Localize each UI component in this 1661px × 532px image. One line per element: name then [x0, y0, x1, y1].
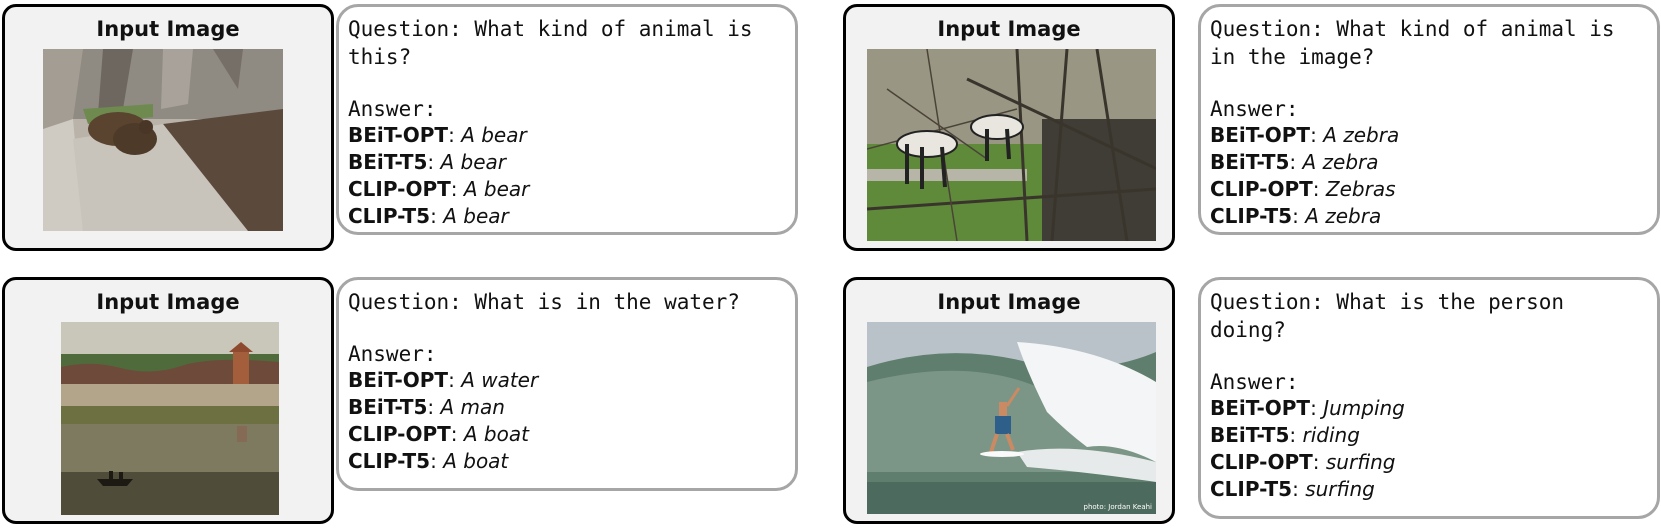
model-answer: A bear [443, 204, 509, 228]
photo-credit: photo: Jordan Keahi [1083, 503, 1153, 511]
answer-separator: : [1312, 177, 1320, 201]
answer-line: BEiT-OPT: A zebra [1210, 123, 1399, 147]
answer-separator: : [450, 422, 458, 446]
answer-line: BEiT-T5: A zebra [1210, 150, 1379, 174]
answer-separator: : [1289, 423, 1297, 447]
model-answer: surfing [1325, 450, 1396, 474]
river-photo [61, 322, 279, 515]
model-name: CLIP-T5 [348, 204, 431, 228]
answer-label: Answer: [1210, 97, 1299, 121]
model-name: BEiT-OPT [1210, 396, 1311, 420]
answer-separator: : [430, 204, 437, 228]
qa-panel-zebras: Question: What kind of animal is in the … [1198, 4, 1660, 235]
answer-separator: : [427, 150, 435, 174]
answer-line: CLIP-OPT: surfing [1210, 450, 1396, 474]
qa-panel-bears: Question: What kind of animal is this? A… [336, 4, 798, 235]
answer-line: CLIP-T5: surfing [1210, 477, 1375, 501]
model-answer: Zebras [1325, 177, 1396, 201]
answer-line: BEiT-T5: A man [348, 395, 505, 419]
model-name: BEiT-OPT [348, 123, 449, 147]
answer-separator: : [1310, 396, 1317, 420]
input-image-title: Input Image [937, 290, 1081, 314]
model-name: CLIP-T5 [1210, 204, 1293, 228]
question-text: Question: What kind of animal is in the … [1210, 17, 1615, 69]
answer-line: CLIP-OPT: A bear [348, 177, 529, 201]
answer-line: CLIP-OPT: A boat [348, 422, 529, 446]
answer-line: BEiT-OPT: A bear [348, 123, 527, 147]
answer-separator: : [1312, 450, 1320, 474]
answer-separator: : [430, 449, 437, 473]
model-answer: surfing [1305, 477, 1375, 501]
question-text: Question: What is the person doing? [1210, 290, 1565, 342]
input-image-panel-bears: Input Image [2, 4, 334, 251]
answer-separator: : [1310, 123, 1317, 147]
model-name: BEiT-T5 [1210, 423, 1290, 447]
qa-panel-surfer: Question: What is the person doing? Answ… [1198, 277, 1660, 519]
answer-separator: : [1292, 204, 1299, 228]
answer-separator: : [427, 395, 435, 419]
model-answer: A boat [443, 449, 509, 473]
question-text: Question: What is in the water? [348, 290, 740, 314]
model-name: CLIP-T5 [348, 449, 431, 473]
question-text: Question: What kind of animal is this? [348, 17, 753, 69]
bear-photo [43, 49, 283, 231]
model-answer: riding [1302, 423, 1360, 447]
answer-line: BEiT-T5: A bear [348, 150, 506, 174]
model-name: CLIP-OPT [1210, 177, 1313, 201]
model-answer: A bear [461, 123, 527, 147]
input-image-panel-river: Input Image [2, 277, 334, 524]
answer-line: BEiT-OPT: Jumping [1210, 396, 1405, 420]
answer-separator: : [448, 123, 455, 147]
answer-separator: : [1292, 477, 1299, 501]
answer-separator: : [448, 368, 455, 392]
input-image-panel-zebras: Input Image [843, 4, 1175, 251]
answer-label: Answer: [348, 342, 437, 366]
model-answer: Jumping [1323, 396, 1405, 420]
model-answer: A bear [463, 177, 530, 201]
model-name: BEiT-T5 [1210, 150, 1290, 174]
model-answer: A zebra [1302, 150, 1379, 174]
model-answer: A water [461, 368, 539, 392]
answer-line: CLIP-T5: A zebra [1210, 204, 1381, 228]
input-image-title: Input Image [96, 17, 240, 41]
answer-separator: : [450, 177, 458, 201]
surfer-photo: photo: Jordan Keahi [867, 322, 1156, 514]
model-answer: A zebra [1323, 123, 1400, 147]
answer-line: CLIP-T5: A bear [348, 204, 509, 228]
answer-label: Answer: [348, 97, 437, 121]
input-image-title: Input Image [96, 290, 240, 314]
answer-line: CLIP-T5: A boat [348, 449, 508, 473]
model-answer: A bear [440, 150, 507, 174]
model-name: CLIP-T5 [1210, 477, 1293, 501]
model-answer: A man [440, 395, 505, 419]
model-answer: A boat [463, 422, 529, 446]
qa-panel-river: Question: What is in the water? Answer: … [336, 277, 798, 491]
answer-line: BEiT-OPT: A water [348, 368, 538, 392]
model-answer: A zebra [1305, 204, 1382, 228]
model-name: BEiT-T5 [348, 150, 428, 174]
model-name: BEiT-OPT [1210, 123, 1311, 147]
model-name: CLIP-OPT [1210, 450, 1313, 474]
input-image-title: Input Image [937, 17, 1081, 41]
input-image-panel-surfer: Input Image photo: Jordan Keahi [843, 277, 1175, 524]
model-name: CLIP-OPT [348, 422, 451, 446]
model-name: BEiT-T5 [348, 395, 428, 419]
model-name: CLIP-OPT [348, 177, 451, 201]
answer-label: Answer: [1210, 370, 1299, 394]
answer-line: BEiT-T5: riding [1210, 423, 1360, 447]
answer-line: CLIP-OPT: Zebras [1210, 177, 1396, 201]
model-name: BEiT-OPT [348, 368, 449, 392]
answer-separator: : [1289, 150, 1297, 174]
zebra-photo [867, 49, 1156, 241]
